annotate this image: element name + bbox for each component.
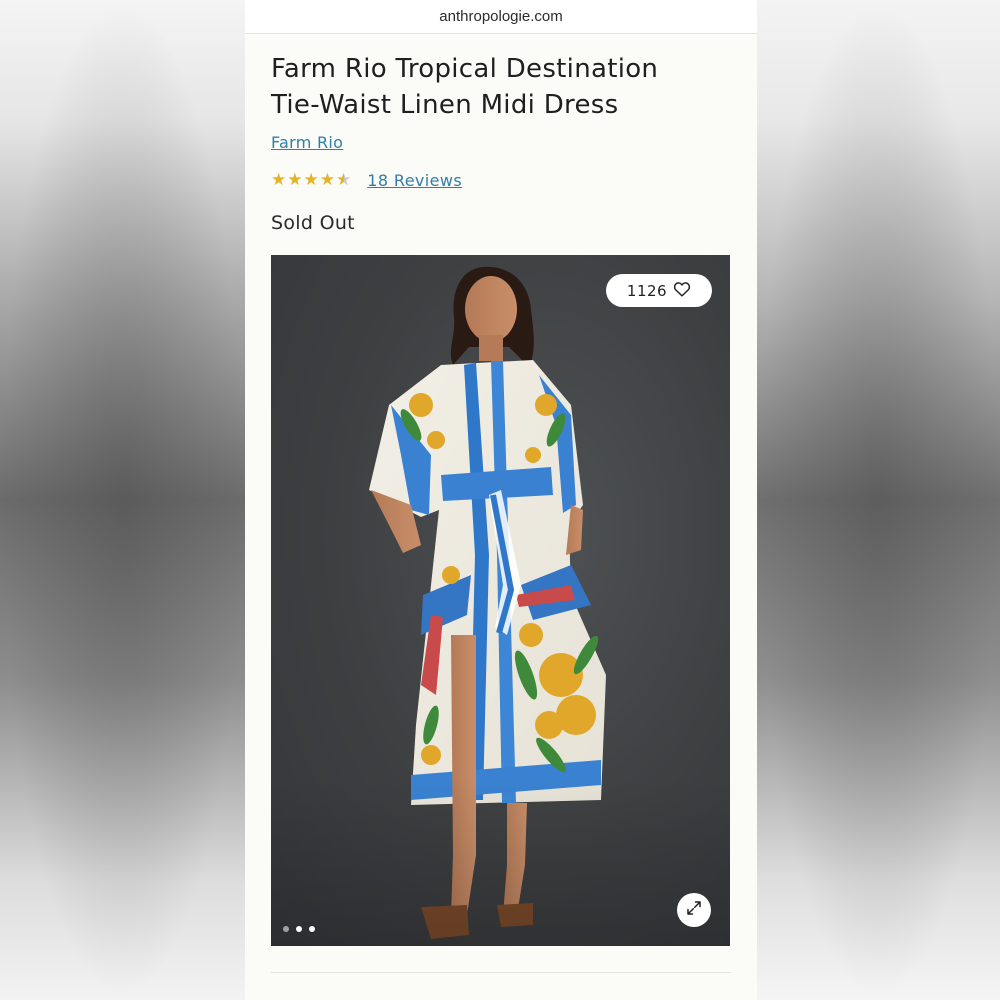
half-star-icon: ★: [336, 169, 352, 190]
floor-shadow: [271, 776, 730, 946]
product-header: Farm Rio Tropical Destination Tie-Waist …: [245, 51, 757, 234]
carousel-dots: [283, 926, 315, 932]
section-divider: [271, 972, 731, 973]
expand-image-button[interactable]: [677, 893, 711, 927]
carousel-dot[interactable]: [296, 926, 302, 932]
heart-outline-icon: [673, 281, 691, 301]
star-rating: ★ ★ ★ ★ ★: [271, 169, 352, 190]
product-title: Farm Rio Tropical Destination Tie-Waist …: [271, 51, 731, 123]
blurred-backdrop-left: [0, 0, 245, 1000]
product-image[interactable]: 1126: [271, 255, 730, 946]
carousel-dot[interactable]: [283, 926, 289, 932]
rating-row: ★ ★ ★ ★ ★ 18 Reviews: [271, 170, 731, 190]
like-count: 1126: [626, 281, 668, 300]
star-icon: ★: [303, 169, 319, 190]
mobile-page: anthropologie.com Farm Rio Tropical Dest…: [245, 0, 757, 1000]
star-icon: ★: [271, 169, 287, 190]
reviews-link[interactable]: 18 Reviews: [367, 171, 462, 190]
product-title-line1: Farm Rio Tropical Destination: [271, 54, 659, 84]
url-text: anthropologie.com: [439, 8, 563, 25]
like-button[interactable]: 1126: [606, 274, 712, 307]
product-title-line2: Tie-Waist Linen Midi Dress: [271, 90, 619, 120]
star-icon: ★: [287, 169, 303, 190]
blurred-backdrop-right: [757, 0, 1000, 1000]
carousel-dot[interactable]: [309, 926, 315, 932]
stock-status: Sold Out: [271, 212, 355, 234]
brand-link[interactable]: Farm Rio: [271, 133, 343, 152]
star-icon: ★: [319, 169, 335, 190]
expand-arrows-icon: [685, 899, 703, 921]
browser-url-bar[interactable]: anthropologie.com: [245, 0, 757, 34]
